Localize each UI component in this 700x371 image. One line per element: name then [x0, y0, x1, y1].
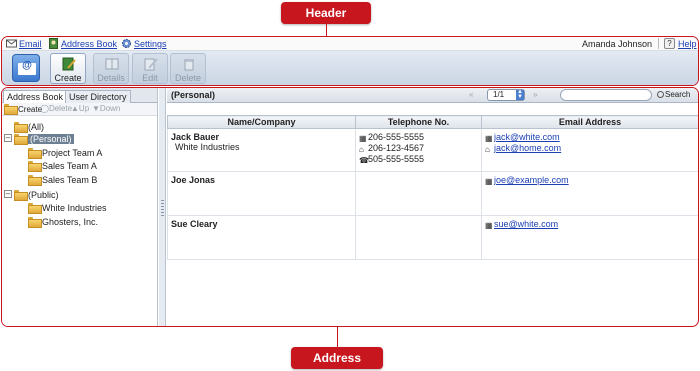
folder-icon — [28, 217, 42, 228]
folder-icon — [14, 190, 28, 201]
column-header-email[interactable]: Email Address — [481, 115, 698, 129]
spinner-icon: ▲ ▼ — [516, 89, 524, 100]
contact-name: Joe Jonas — [171, 175, 216, 185]
left-tabs: Address Book User Directory — [2, 88, 157, 103]
callout-connector-top — [326, 24, 327, 36]
home-phone-icon: ⌂ — [359, 145, 364, 154]
delete-label: Delete — [174, 73, 201, 83]
tree-node-sales-team-b[interactable]: Sales Team B — [28, 174, 97, 186]
list-title: (Personal) — [171, 90, 216, 100]
phone-number: 206-555-5555 — [368, 132, 425, 142]
edit-label: Edit — [142, 73, 158, 83]
menu-address-book[interactable]: Address Book — [61, 39, 117, 49]
mobile-phone-icon: ☎ — [359, 156, 369, 165]
table-row[interactable]: Joe Jonas ▦joe@example.com — [167, 171, 698, 216]
search-button[interactable]: Search — [657, 90, 690, 99]
email-link[interactable]: sue@white.com — [494, 219, 558, 229]
page-selector[interactable]: 1/1 ▲ ▼ — [487, 89, 525, 101]
contact-name: Sue Cleary — [171, 219, 218, 229]
menu-email[interactable]: Email — [19, 39, 42, 49]
list-header-bar: (Personal) « 1/1 ▲ ▼ » Search — [167, 88, 698, 103]
table-row[interactable]: Sue Cleary ▦sue@white.com — [167, 215, 698, 260]
contact-company: White Industries — [175, 142, 240, 152]
edit-button[interactable]: Edit — [132, 53, 168, 84]
pencil-icon — [144, 58, 158, 71]
gear-icon — [122, 39, 131, 48]
folder-icon — [14, 122, 28, 133]
tree-node-white-industries[interactable]: White Industries — [28, 202, 107, 214]
table-row[interactable]: Jack Bauer White Industries ▦206-555-555… — [167, 128, 698, 172]
folder-icon — [28, 203, 42, 214]
email-link[interactable]: joe@example.com — [494, 175, 569, 185]
details-button[interactable]: Details — [93, 53, 129, 84]
tree-delete-button[interactable]: ◯Delete — [40, 104, 72, 113]
email-link[interactable]: jack@home.com — [494, 143, 561, 153]
office-email-icon: ▦ — [485, 134, 493, 143]
menu-help[interactable]: Help — [678, 39, 697, 49]
office-phone-icon: ▦ — [359, 134, 367, 143]
folder-icon — [28, 161, 42, 172]
create-label: Create — [54, 73, 82, 83]
tree-node-ghosters[interactable]: Ghosters, Inc. — [28, 216, 98, 228]
home-email-icon: ⌂ — [485, 145, 490, 154]
office-email-icon: ▦ — [485, 221, 493, 230]
user-name: Amanda Johnson — [582, 39, 653, 49]
address-book-frame: Address Book User Directory Create ◯Dele… — [1, 87, 699, 327]
folder-icon — [28, 175, 42, 186]
toolbar: @ Create Details Edit Delete — [2, 51, 698, 85]
tree-actions-bar: Create ◯Delete ▲Up ▼Down — [2, 103, 157, 116]
book-icon — [105, 58, 119, 70]
tree-node-public[interactable]: (Public) — [14, 189, 59, 201]
splitter-grip-icon — [161, 200, 164, 216]
tab-user-directory[interactable]: User Directory — [65, 90, 131, 103]
folder-icon — [28, 148, 42, 159]
right-pane: (Personal) « 1/1 ▲ ▼ » Search Name/Compan… — [167, 88, 698, 326]
collapse-icon[interactable]: – — [4, 190, 12, 198]
pane-splitter[interactable] — [159, 88, 166, 326]
envelope-icon — [6, 39, 17, 48]
address-book-icon — [49, 38, 58, 49]
office-email-icon: ▦ — [485, 177, 493, 186]
tab-address-book[interactable]: Address Book — [3, 90, 68, 103]
phone-number: 505-555-5555 — [368, 154, 425, 164]
tree-create-button[interactable]: Create — [4, 104, 42, 115]
tree-down-button[interactable]: ▼Down — [92, 104, 120, 113]
menu-settings[interactable]: Settings — [134, 39, 167, 49]
question-icon: ? — [664, 38, 675, 49]
search-input[interactable] — [560, 89, 652, 101]
create-button[interactable]: Create — [50, 53, 86, 84]
callout-connector-bottom — [337, 327, 338, 347]
tree-node-sales-team-a[interactable]: Sales Team A — [28, 160, 97, 172]
tree-node-all[interactable]: (All) — [14, 121, 44, 133]
menu-separator — [658, 38, 659, 49]
search-icon — [657, 91, 664, 98]
email-link[interactable]: jack@white.com — [494, 132, 560, 142]
trash-icon — [184, 59, 194, 71]
address-book-callout: Address Book — [291, 347, 383, 369]
mail-compose-icon[interactable]: @ — [12, 54, 40, 82]
create-contact-icon — [62, 57, 76, 71]
phone-number: 206-123-4567 — [368, 143, 425, 153]
tree-node-project-team-a[interactable]: Project Team A — [28, 147, 102, 159]
collapse-icon[interactable]: – — [4, 134, 12, 142]
next-page-icon[interactable]: » — [533, 90, 537, 99]
folder-add-icon — [4, 104, 18, 115]
details-label: Details — [97, 73, 125, 83]
header-menu-callout: Header Manu — [281, 2, 371, 42]
left-pane: Address Book User Directory Create ◯Dele… — [2, 88, 158, 326]
header-menu-frame: Email Address Book Settings Amanda Johns… — [1, 36, 699, 86]
contacts-table: Name/Company Telephone No. Email Address… — [167, 115, 698, 260]
column-header-name[interactable]: Name/Company — [167, 115, 356, 129]
tree-up-button[interactable]: ▲Up — [71, 104, 89, 113]
prev-page-icon[interactable]: « — [469, 90, 473, 99]
delete-button[interactable]: Delete — [170, 53, 206, 84]
folder-icon — [14, 134, 28, 145]
contact-name: Jack Bauer — [171, 132, 220, 142]
column-header-telephone[interactable]: Telephone No. — [355, 115, 482, 129]
menu-bar: Email Address Book Settings Amanda Johns… — [2, 37, 698, 51]
tree-node-personal[interactable]: (Personal) — [14, 133, 74, 145]
